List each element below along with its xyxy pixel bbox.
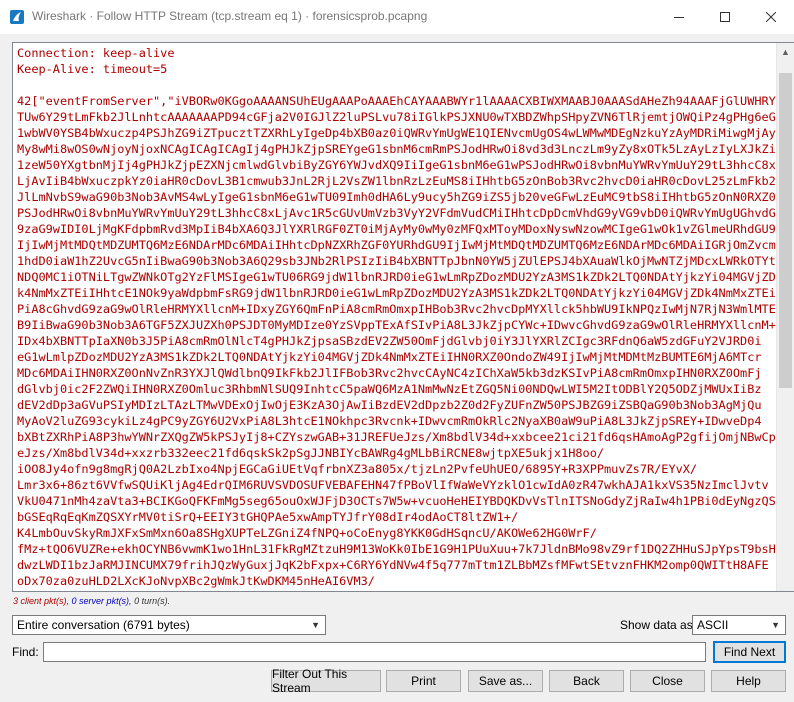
scroll-up-arrow-icon[interactable]: ▲	[777, 43, 794, 60]
show-data-as-select[interactable]: ASCII ▼	[692, 615, 786, 635]
close-window-button[interactable]	[748, 0, 794, 34]
save-as-button[interactable]: Save as...	[468, 670, 543, 692]
help-button[interactable]: Help	[711, 670, 786, 692]
stream-line: bGSEqRqEqKmZQSXYrMV0tiSrQ+EEIY3tGHQPAe5x…	[17, 510, 519, 524]
stream-line: IjIwMjMtMDQtMDZUMTQ6MzE6NDArMDc6MDAiIHht…	[17, 238, 776, 252]
stream-line: My8wMi8wOS0wNjoyNjoxNCAgICAgICAgIj4gPHJk…	[17, 142, 783, 156]
show-data-as-label: Show data as	[620, 618, 693, 632]
stream-line: PiA8cGhvdG9zaG9wOlRleHRMYXllcnM+IDxyZGY6…	[17, 302, 776, 316]
maximize-icon	[720, 12, 730, 22]
close-button[interactable]: Close	[630, 670, 705, 692]
stream-line: Keep-Alive: timeout=5	[17, 62, 168, 76]
stream-line: MDc6MDAiIHN0RXZ0OnNvZnR3YXJlQWdlbnQ9IkFk…	[17, 366, 762, 380]
server-packets: 0 server pkt(s),	[71, 596, 132, 606]
stream-line: fMz+tQO6VUZRe+ekhOCYNB6vwmK1wo1HnL31FkRg…	[17, 542, 776, 556]
stream-line: dGlvbj0ic2F2ZWQiIHN0RXZ0Omluc3RhbmNlSUQ9…	[17, 382, 762, 396]
stream-line: bXBtZXRhPiA8P3hwYWNrZXQgZW5kPSJyIj8+CZYs…	[17, 430, 794, 444]
stream-line: 1wbWV0YSB4bWxuczp4PSJhZG9iZTpucztTZXRhLy…	[17, 126, 776, 140]
conversation-select-value: Entire conversation (6791 bytes)	[17, 618, 190, 632]
stream-line: dwzLWDI1bzJaRMJINCUMX79frihJQzWyGuxjJqK2…	[17, 558, 769, 572]
maximize-button[interactable]	[702, 0, 748, 34]
stream-line: K4LmbOuvSkyRmJXFxSmMxn6Oa8SHgXUPTeLZGniZ…	[17, 526, 597, 540]
stream-line: LjAvIiB4bWxuczpkYz0iaHR0cDovL3B1cmwub3Jn…	[17, 174, 776, 188]
stream-line: 1zeW50YXgtbnMjIj4gPHJkZjpEZXNjcmlwdGlvbi…	[17, 158, 776, 172]
stream-line: dEV2dDp3aGVuPSIyMDIzLTAzLTMwVDExOjIwOjE3…	[17, 398, 762, 412]
show-data-as-value: ASCII	[697, 618, 729, 632]
title-bar: Wireshark · Follow HTTP Stream (tcp.stre…	[0, 0, 794, 34]
vertical-scrollbar[interactable]: ▲	[776, 43, 794, 591]
stream-line: k4NmMxZTEiIHhtcE1NOk9yaWdpbmFsRG9jdW1lbn…	[17, 286, 776, 300]
chevron-down-icon: ▼	[311, 620, 320, 630]
stream-line: TUw6Y29tLmFkb2JlLnhtcAAAAAAAPD94cGFja2V0…	[17, 110, 776, 124]
find-label: Find:	[12, 645, 39, 659]
find-next-button[interactable]: Find Next	[713, 641, 786, 663]
stream-line: 42["eventFromServer","iVBORw0KGgoAAAANSU…	[17, 94, 776, 108]
client-packets: 3 client pkt(s),	[13, 596, 70, 606]
chevron-down-icon: ▼	[771, 620, 780, 630]
stream-line: MyAoV2luZG93cykiLz4gPC9yZGY6U2VxPiA8L3ht…	[17, 414, 762, 428]
filter-out-stream-button[interactable]: Filter Out This Stream	[271, 667, 381, 695]
turns-count: 0 turn(s).	[134, 596, 171, 606]
stream-line: JlLmNvbS9waG90b3Nob3AvMS4wLyIgeG1sbnM6eG…	[17, 190, 776, 204]
stream-line: iOO8Jy4ofn9g8mgRjQ0A2LzbIxo4NpjEGCaGiUEt…	[17, 462, 698, 476]
stream-line: eJzs/Xm8bdlV34d+xxzrb332eec21fd6qskSk2pS…	[17, 446, 605, 460]
stream-line	[17, 77, 772, 93]
wireshark-fin-icon	[10, 10, 24, 24]
stream-line: Lmr3x6+86zt6VVfwSQUiKljAg4EdrQIM6RUVSVDO…	[17, 478, 769, 492]
minimize-button[interactable]	[656, 0, 702, 34]
stream-line: NDQ0MC1iOTNiLTgwZWNkOTg2YzFlMSIgeG1wTU06…	[17, 270, 776, 284]
close-icon	[766, 12, 776, 22]
stream-line: Connection: keep-alive	[17, 46, 175, 60]
minimize-icon	[674, 17, 684, 18]
stream-line: B9IiBwaG90b3Nob3A6TGF5ZXJUZXh0PSJDT0MyMD…	[17, 318, 776, 332]
stream-line: oDx70za0zuHLD2LXcKJoNvpXBc2gWmkJtKwDKM45…	[17, 574, 375, 588]
stream-text[interactable]: Connection: keep-alive Keep-Alive: timeou…	[17, 45, 794, 591]
stream-line: VkU0471nMh4zaVta3+BCIKGoQFKFmMg5seg65ouO…	[17, 494, 776, 508]
stream-line: 1hdD0iaW1hZ2UvcG5nIiBwaG90b3Nob3A6Q29sb3…	[17, 254, 776, 268]
stream-line: PSJodHRwOi8vbnMuYWRvYmUuY29tL3hhcC8xLjAv…	[17, 206, 776, 220]
back-button[interactable]: Back	[549, 670, 624, 692]
packet-stats: 3 client pkt(s), 0 server pkt(s), 0 turn…	[13, 596, 170, 606]
print-button[interactable]: Print	[386, 670, 461, 692]
window-title: Wireshark · Follow HTTP Stream (tcp.stre…	[32, 9, 428, 23]
conversation-select[interactable]: Entire conversation (6791 bytes) ▼	[12, 615, 326, 635]
stream-line: 9zaG9wIDI0LjMgKFdpbmRvd3MpIiB4bXA6Q3JlYX…	[17, 222, 776, 236]
scrollbar-thumb[interactable]	[779, 73, 792, 388]
stream-line: IDx4bXBNTTpIaXN0b3J5PiA8cmRmOlNlcT4gPHJk…	[17, 334, 762, 348]
find-input[interactable]	[43, 642, 706, 662]
stream-line: eG1wLmlpZDozMDU2YzA3MS1kZDk2LTQ0NDAtYjkz…	[17, 350, 762, 364]
stream-line: fle0rUjApIoZGsmdjH4e8iQgiBEDytd7hCM6pKir…	[17, 589, 776, 591]
stream-content-area[interactable]: Connection: keep-alive Keep-Alive: timeou…	[12, 42, 794, 592]
